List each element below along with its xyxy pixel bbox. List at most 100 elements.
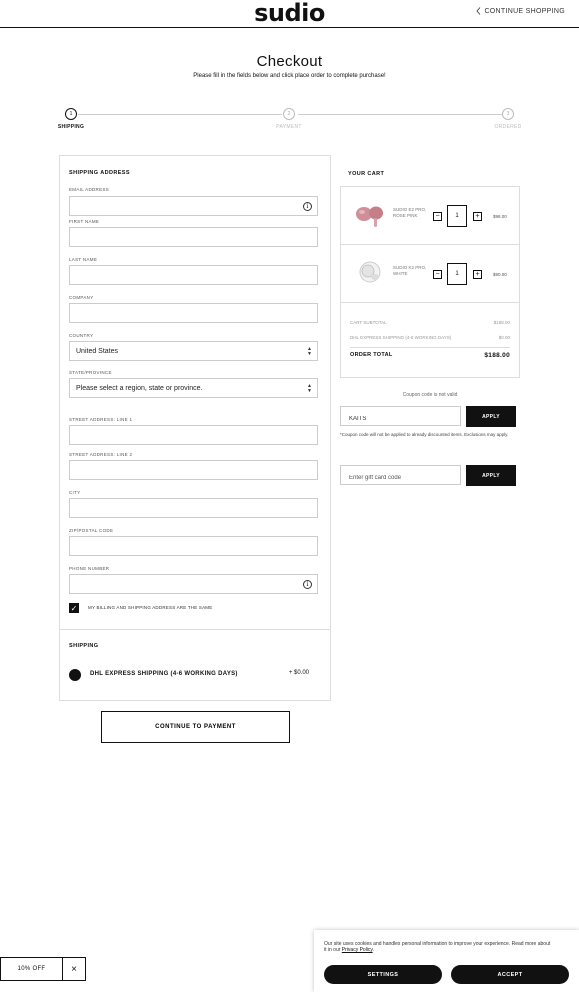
continue-shopping-label: CONTINUE SHOPPING — [484, 7, 565, 15]
step-1-circle: 1 — [65, 108, 77, 120]
last-name-input[interactable] — [70, 268, 317, 287]
company-input[interactable] — [70, 306, 317, 325]
company-field[interactable] — [69, 303, 318, 325]
select-arrows-icon: ▲ ▼ — [307, 383, 312, 394]
continue-shopping-link[interactable]: CONTINUE SHOPPING — [476, 7, 565, 15]
step-3-label: ORDERED — [494, 124, 522, 130]
order-total-row: ORDER TOTAL $188.00 — [350, 352, 510, 359]
gift-card-input[interactable] — [341, 469, 460, 487]
coupon-note: *Coupon code will not be applied to alre… — [340, 432, 509, 437]
phone-label: PHONE NUMBER — [69, 566, 110, 571]
street1-label: STREET ADDRESS: LINE 1 — [69, 417, 133, 422]
info-icon[interactable]: i — [303, 202, 312, 211]
cart-panel: SUDIO E2 PRO, ROSE PINK − 1 + $98.00 SUD… — [340, 186, 520, 378]
first-name-input[interactable] — [70, 230, 317, 249]
select-arrows-icon: ▲ ▼ — [307, 346, 312, 357]
step-connector — [298, 114, 502, 115]
street2-input[interactable] — [70, 463, 317, 482]
zip-input[interactable] — [70, 539, 317, 558]
zip-label: ZIP/POSTAL CODE — [69, 528, 114, 533]
company-label: COMPANY — [69, 295, 94, 300]
step-3-circle: 3 — [502, 108, 514, 120]
subtotal-row: CART SUBTOTAL $188.00 — [350, 320, 510, 325]
step-2-label: PAYMENT — [276, 124, 302, 130]
street1-input[interactable] — [70, 428, 317, 447]
cart-item: SUDIO K2 PRO, WHITE − 1 + $90.00 — [341, 245, 519, 303]
coupon-field[interactable] — [340, 406, 461, 428]
checkmark-icon: ✓ — [70, 603, 78, 613]
cookie-message: Our site uses cookies and handles person… — [324, 941, 551, 953]
zip-field[interactable] — [69, 536, 318, 558]
qty-input[interactable]: 1 — [447, 205, 467, 227]
chevron-left-icon — [476, 7, 481, 15]
state-select[interactable]: Please select a region, state or provinc… — [69, 378, 318, 398]
gift-card-field[interactable] — [340, 465, 461, 487]
city-field[interactable] — [69, 498, 318, 520]
email-label: EMAIL ADDRESS — [69, 187, 109, 192]
billing-same-label: MY BILLING AND SHIPPING ADDRESS ARE THE … — [88, 605, 213, 610]
qty-increase-button[interactable]: + — [473, 212, 482, 221]
email-field[interactable]: i — [69, 196, 318, 218]
qty-decrease-button[interactable]: − — [433, 270, 442, 279]
step-connector — [78, 114, 282, 115]
apply-coupon-button[interactable]: APPLY — [466, 406, 516, 427]
shipping-cost-value: $0.00 — [498, 335, 510, 340]
shipping-option-label: DHL EXPRESS SHIPPING (4-6 WORKING DAYS) — [90, 671, 238, 677]
shipping-form: SHIPPING ADDRESS EMAIL ADDRESS i FIRST N… — [59, 155, 331, 701]
shipping-option-radio[interactable] — [69, 669, 81, 681]
cookie-banner: Our site uses cookies and handles person… — [314, 930, 579, 992]
city-label: CITY — [69, 490, 81, 495]
coupon-input[interactable] — [341, 410, 460, 428]
shipping-address-heading: SHIPPING ADDRESS — [69, 170, 130, 176]
earbuds-pink-image — [356, 206, 383, 227]
section-divider — [60, 629, 330, 630]
cart-item-price: $90.00 — [493, 272, 507, 277]
street2-field[interactable] — [69, 460, 318, 482]
cookie-accept-button[interactable]: ACCEPT — [451, 965, 569, 984]
last-name-field[interactable] — [69, 265, 318, 287]
street2-label: STREET ADDRESS: LINE 2 — [69, 452, 133, 457]
page-subtitle: Please fill in the fields below and clic… — [193, 73, 386, 79]
qty-input[interactable]: 1 — [447, 263, 467, 285]
phone-field[interactable]: i — [69, 574, 318, 596]
step-2-circle: 2 — [283, 108, 295, 120]
cart-item-name: SUDIO K2 PRO, WHITE — [393, 265, 427, 276]
billing-same-checkbox[interactable]: ✓ — [69, 603, 79, 613]
info-icon[interactable]: i — [303, 580, 312, 589]
cart-item-name: SUDIO E2 PRO, ROSE PINK — [393, 207, 427, 218]
state-value: Please select a region, state or provinc… — [76, 385, 203, 392]
last-name-label: LAST NAME — [69, 257, 98, 262]
city-input[interactable] — [70, 501, 317, 520]
privacy-policy-link[interactable]: Privacy Policy — [342, 947, 373, 953]
coupon-error: Coupon code is not valid — [402, 392, 458, 398]
promo-button[interactable]: 10% OFF — [1, 958, 63, 980]
order-total-label: ORDER TOTAL — [350, 352, 393, 358]
phone-input[interactable] — [70, 577, 317, 596]
cookie-settings-button[interactable]: SETTINGS — [324, 965, 442, 984]
close-icon[interactable]: × — [63, 958, 85, 980]
subtotal-label: CART SUBTOTAL — [350, 320, 387, 325]
promo-tab: 10% OFF × — [0, 957, 86, 981]
cart-item-price: $98.00 — [493, 214, 507, 219]
street1-field[interactable] — [69, 425, 318, 447]
earbuds-white-image — [359, 261, 381, 283]
shipping-heading: SHIPPING — [69, 643, 99, 649]
subtotal-value: $188.00 — [493, 320, 510, 325]
state-label: STATE/PROVINCE — [69, 370, 112, 375]
continue-to-payment-button[interactable]: CONTINUE TO PAYMENT — [101, 711, 290, 743]
first-name-label: FIRST NAME — [69, 219, 100, 224]
first-name-field[interactable] — [69, 227, 318, 249]
qty-increase-button[interactable]: + — [473, 270, 482, 279]
shipping-cost-label: DHL EXPRESS SHIPPING (4-6 WORKING DAYS) — [350, 335, 452, 340]
country-select[interactable]: United States ▲ ▼ — [69, 341, 318, 361]
qty-decrease-button[interactable]: − — [433, 212, 442, 221]
checkout-steps: 1 SHIPPING 2 PAYMENT 3 ORDERED — [58, 108, 521, 132]
cart-item: SUDIO E2 PRO, ROSE PINK − 1 + $98.00 — [341, 187, 519, 245]
country-value: United States — [76, 348, 119, 355]
cart-title: YOUR CART — [348, 171, 385, 177]
apply-gift-card-button[interactable]: APPLY — [466, 465, 516, 486]
shipping-cost-row: DHL EXPRESS SHIPPING (4-6 WORKING DAYS) … — [350, 335, 510, 340]
email-input[interactable] — [70, 199, 317, 218]
country-label: COUNTRY — [69, 333, 94, 338]
page-title: Checkout — [256, 53, 323, 70]
